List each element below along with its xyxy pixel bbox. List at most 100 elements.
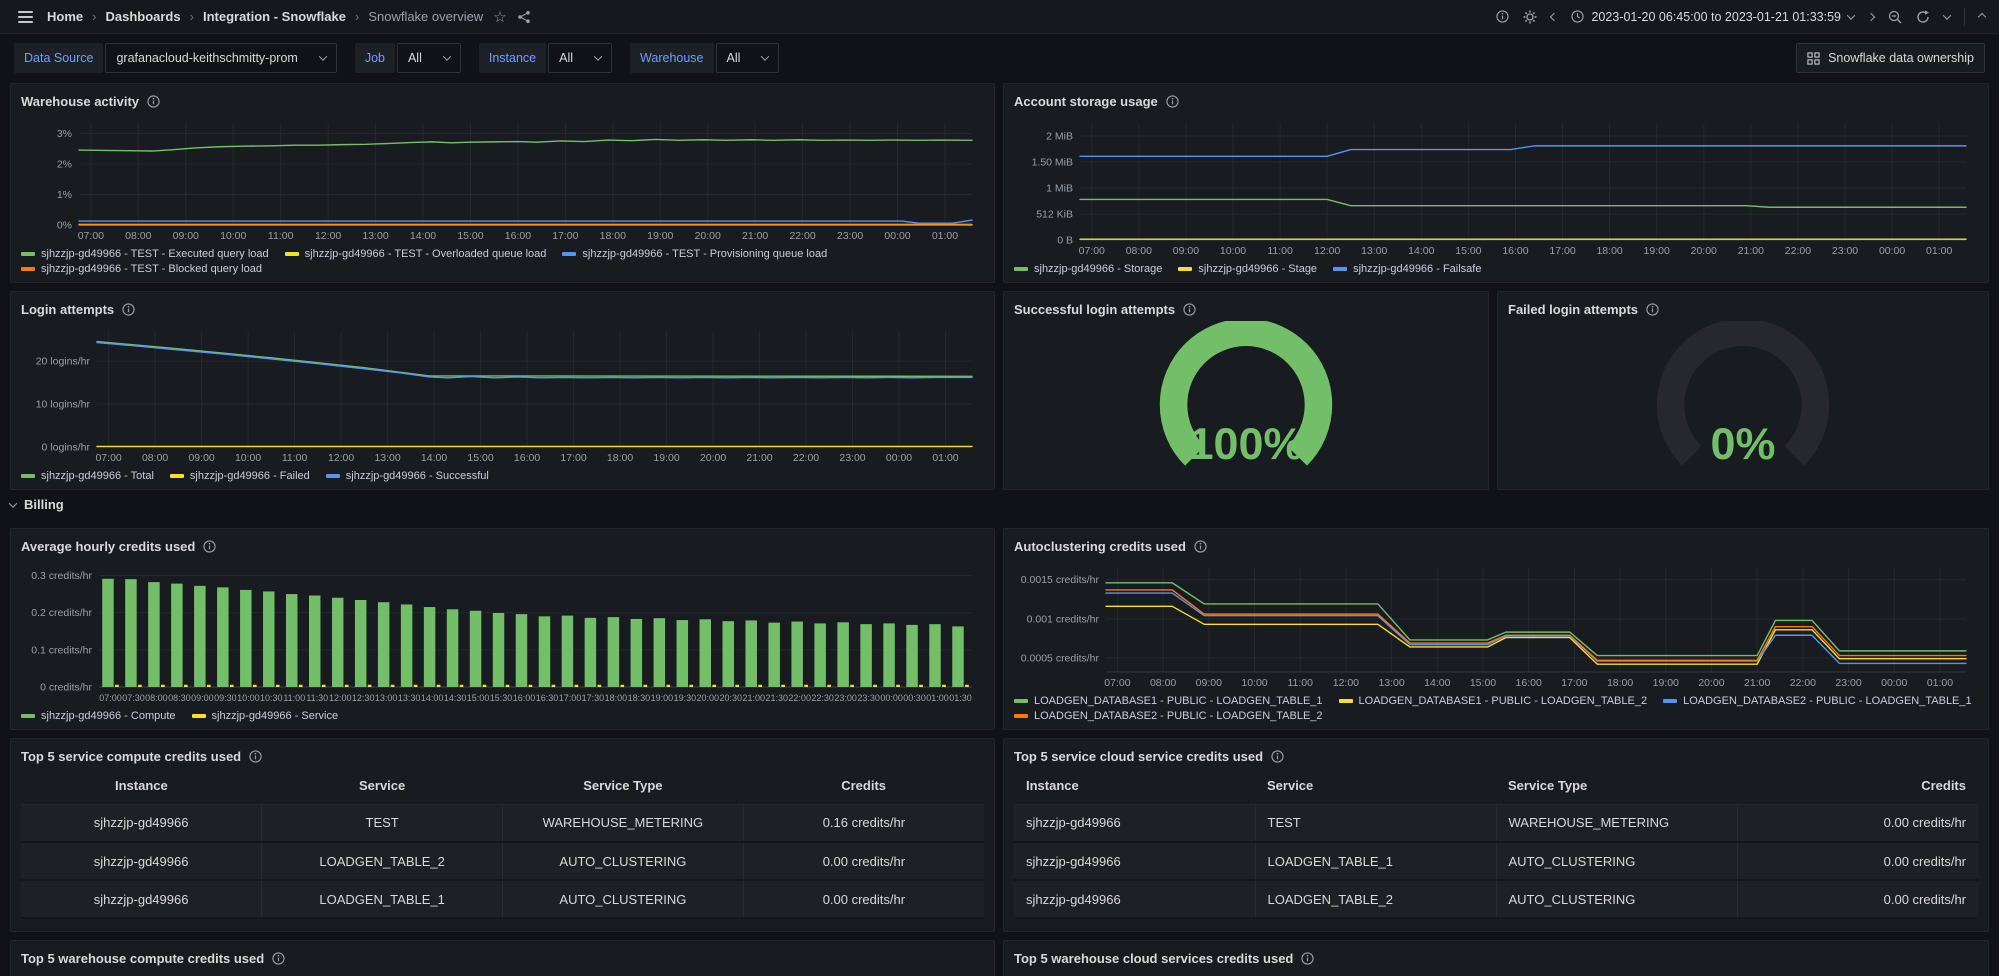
panel-title[interactable]: Top 5 service cloud service credits used [1014, 749, 1263, 764]
service-cloud-credits-table[interactable]: InstanceServiceService TypeCredits sjhzzj… [1014, 768, 1978, 919]
legend-item[interactable]: sjhzzjp-gd49966 - Service [192, 710, 339, 722]
column-header[interactable]: Instance [1014, 768, 1255, 804]
svg-text:09:00: 09:00 [173, 230, 199, 242]
info-icon[interactable] [147, 95, 160, 108]
breadcrumb-home[interactable]: Home [47, 9, 83, 24]
snowflake-data-ownership-button[interactable]: Snowflake data ownership [1796, 43, 1985, 73]
panel-title[interactable]: Successful login attempts [1014, 302, 1175, 317]
table-cell: 0.00 credits/hr [743, 842, 984, 880]
legend-item[interactable]: sjhzzjp-gd49966 - Stage [1178, 263, 1317, 275]
legend-item[interactable]: sjhzzjp-gd49966 - TEST - Executed query … [21, 248, 269, 260]
column-header[interactable]: Service [262, 768, 503, 804]
svg-text:08:00: 08:00 [1150, 677, 1176, 689]
dashboard-insights-icon[interactable] [1496, 10, 1509, 23]
svg-text:19:00: 19:00 [1653, 677, 1679, 689]
info-icon[interactable] [1194, 540, 1207, 553]
column-header[interactable]: Service Type [503, 768, 744, 804]
time-shift-back-icon[interactable] [1551, 14, 1557, 20]
panel-title[interactable]: Account storage usage [1014, 94, 1158, 109]
legend-item[interactable]: sjhzzjp-gd49966 - Storage [1014, 263, 1162, 275]
panel-title[interactable]: Top 5 warehouse compute credits used [21, 951, 264, 966]
svg-text:19:00: 19:00 [1644, 245, 1670, 257]
svg-text:10:00: 10:00 [237, 693, 260, 703]
grid-icon [1807, 52, 1820, 65]
info-icon[interactable] [1271, 750, 1284, 763]
column-header[interactable]: Instance [21, 768, 262, 804]
panel-title[interactable]: Top 5 service compute credits used [21, 749, 241, 764]
info-icon[interactable] [122, 303, 135, 316]
time-shift-forward-icon[interactable] [1868, 14, 1874, 20]
legend-item[interactable]: sjhzzjp-gd49966 - Failed [170, 470, 310, 482]
info-icon[interactable] [1301, 952, 1314, 965]
legend-item[interactable]: sjhzzjp-gd49966 - TEST - Blocked query l… [21, 263, 262, 275]
warehouse-select[interactable]: All [716, 43, 780, 73]
datasource-label[interactable]: Data Source [14, 43, 103, 73]
autoclustering-credits-chart[interactable]: 07:0008:0009:0010:0011:0012:0013:0014:00… [1014, 558, 1978, 692]
successful-login-gauge[interactable]: 100% [1014, 321, 1478, 482]
table-cell: LOADGEN_TABLE_1 [1255, 842, 1496, 880]
legend-item[interactable]: sjhzzjp-gd49966 - TEST - Provisioning qu… [562, 248, 827, 260]
svg-text:16:00: 16:00 [1502, 245, 1528, 257]
service-compute-credits-table[interactable]: InstanceServiceService TypeCredits sjhzzj… [21, 768, 984, 919]
billing-section-toggle[interactable]: Billing [10, 497, 64, 512]
job-label[interactable]: Job [355, 43, 395, 73]
legend-item[interactable]: LOADGEN_DATABASE2 - PUBLIC - LOADGEN_TAB… [1014, 710, 1323, 722]
column-header[interactable]: Service Type [1496, 768, 1737, 804]
svg-text:23:30: 23:30 [857, 693, 880, 703]
legend-item[interactable]: LOADGEN_DATABASE2 - PUBLIC - LOADGEN_TAB… [1663, 695, 1972, 707]
panel-title[interactable]: Top 5 warehouse cloud services credits u… [1014, 951, 1293, 966]
warehouse-activity-chart[interactable]: 07:0008:0009:0010:0011:0012:0013:0014:00… [21, 113, 984, 245]
account-storage-chart[interactable]: 07:0008:0009:0010:0011:0012:0013:0014:00… [1014, 113, 1978, 260]
average-hourly-credits-chart[interactable]: 0 credits/hr0.1 credits/hr0.2 credits/hr… [21, 558, 984, 707]
legend-item[interactable]: LOADGEN_DATABASE1 - PUBLIC - LOADGEN_TAB… [1014, 695, 1323, 707]
breadcrumb-integration-snowflake[interactable]: Integration - Snowflake [203, 9, 346, 24]
table-cell: LOADGEN_TABLE_2 [1255, 880, 1496, 918]
table-cell: 0.00 credits/hr [1737, 842, 1978, 880]
job-value: All [408, 51, 422, 65]
login-attempts-chart[interactable]: 07:0008:0009:0010:0011:0012:0013:0014:00… [21, 321, 984, 467]
svg-text:13:00: 13:00 [1361, 245, 1387, 257]
svg-text:21:30: 21:30 [765, 693, 788, 703]
collapse-toolbar-icon[interactable] [1979, 14, 1985, 20]
column-header[interactable]: Credits [743, 768, 984, 804]
panel-title[interactable]: Login attempts [21, 302, 114, 317]
legend-item[interactable]: sjhzzjp-gd49966 - Failsafe [1333, 263, 1481, 275]
legend-item[interactable]: sjhzzjp-gd49966 - TEST - Overloaded queu… [285, 248, 547, 260]
svg-text:01:00: 01:00 [1927, 677, 1953, 689]
share-icon[interactable] [517, 10, 531, 24]
info-icon[interactable] [1646, 303, 1659, 316]
legend-item[interactable]: sjhzzjp-gd49966 - Total [21, 470, 154, 482]
table-row: sjhzzjp-gd49966LOADGEN_TABLE_2AUTO_CLUST… [1014, 880, 1978, 918]
datasource-select[interactable]: grafanacloud-keithschmitty-prom [105, 43, 336, 73]
legend-item[interactable]: LOADGEN_DATABASE1 - PUBLIC - LOADGEN_TAB… [1339, 695, 1648, 707]
job-select[interactable]: All [397, 43, 461, 73]
dashboard-settings-icon[interactable] [1523, 10, 1537, 24]
instance-select[interactable]: All [548, 43, 612, 73]
legend-item[interactable]: sjhzzjp-gd49966 - Compute [21, 710, 176, 722]
panel-title[interactable]: Failed login attempts [1508, 302, 1638, 317]
refresh-interval-dropdown-icon[interactable] [1944, 14, 1950, 20]
svg-text:00:30: 00:30 [903, 693, 926, 703]
breadcrumb: Home › Dashboards › Integration - Snowfl… [47, 9, 483, 24]
table-cell: sjhzzjp-gd49966 [21, 842, 262, 880]
panel-title[interactable]: Warehouse activity [21, 94, 139, 109]
info-icon[interactable] [203, 540, 216, 553]
refresh-icon[interactable] [1916, 10, 1930, 24]
legend-item[interactable]: sjhzzjp-gd49966 - Successful [326, 470, 489, 482]
info-icon[interactable] [249, 750, 262, 763]
panel-title[interactable]: Average hourly credits used [21, 539, 195, 554]
info-icon[interactable] [272, 952, 285, 965]
breadcrumb-dashboards[interactable]: Dashboards [105, 9, 180, 24]
column-header[interactable]: Service [1255, 768, 1496, 804]
instance-label[interactable]: Instance [479, 43, 546, 73]
time-range-picker[interactable]: 2023-01-20 06:45:00 to 2023-01-21 01:33:… [1571, 10, 1854, 24]
column-header[interactable]: Credits [1737, 768, 1978, 804]
warehouse-label[interactable]: Warehouse [630, 43, 713, 73]
info-icon[interactable] [1183, 303, 1196, 316]
menu-toggle-icon[interactable] [14, 7, 37, 27]
info-icon[interactable] [1166, 95, 1179, 108]
favorite-star-icon[interactable]: ☆ [493, 8, 506, 26]
zoom-out-icon[interactable] [1888, 10, 1902, 24]
failed-login-gauge[interactable]: 0% [1508, 321, 1978, 482]
panel-title[interactable]: Autoclustering credits used [1014, 539, 1186, 554]
